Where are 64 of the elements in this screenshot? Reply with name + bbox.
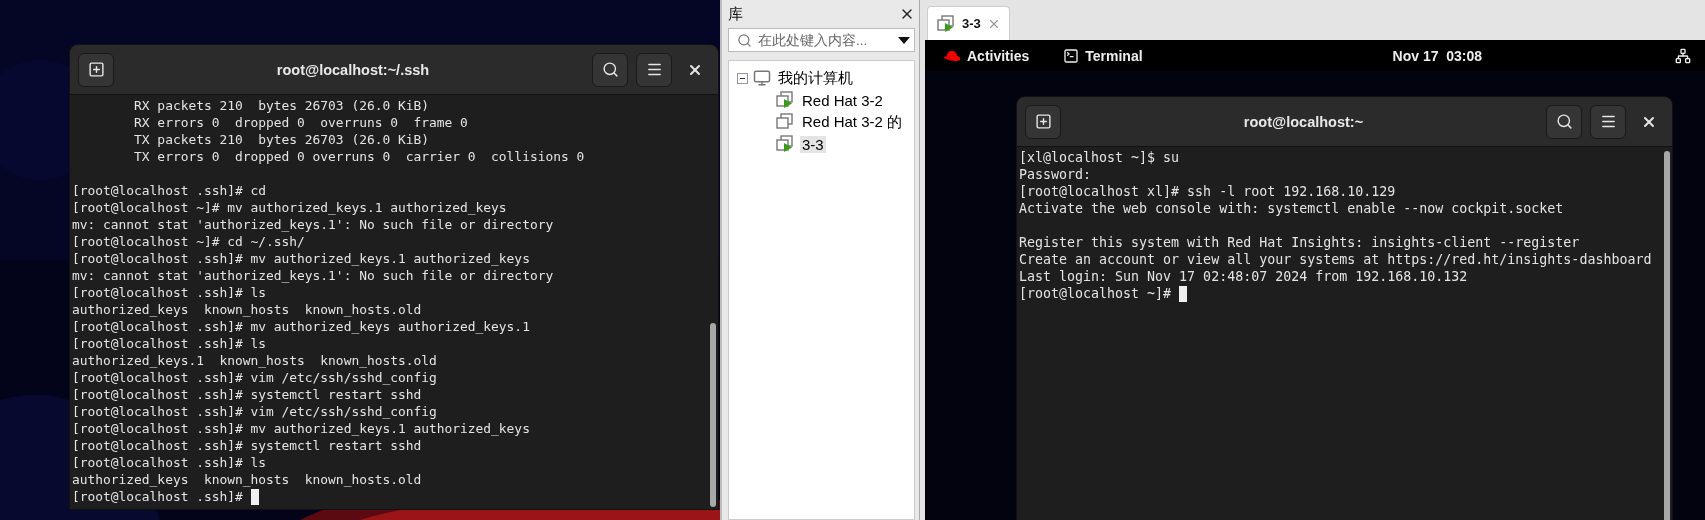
terminal-line: authorized_keys.1 known_hosts known_hosts.old [72,352,437,369]
menu-button[interactable] [636,52,672,87]
terminal-line: [root@localhost ~]# mv authorized_keys.1 authorized_keys [72,199,507,216]
terminal-line: [root@localhost .ssh]# systemctl restart sshd [72,437,422,454]
tree-item[interactable]: Red Hat 3-2 [800,91,885,109]
plus-square-icon [87,61,105,78]
activities-button[interactable]: Activities [967,47,1030,64]
terminal-line: [root@localhost ~]# [1019,285,1173,302]
terminal-line: authorized_keys known_hosts known_hosts.old [72,301,422,318]
search-icon [601,61,619,78]
terminal-line: [root@localhost .ssh]# mv authorized_keys authorized_keys.1 [72,318,530,335]
terminal-line: [root@localhost .ssh]# mv authorized_keys.1 authorized_keys [72,250,530,267]
terminal-line: [root@localhost .ssh]# ls [72,284,267,301]
scrollbar[interactable] [1664,151,1670,520]
search-icon [1555,113,1573,130]
search-icon [737,32,752,48]
new-tab-button[interactable] [1025,104,1061,139]
network-icon[interactable] [1675,47,1691,64]
scrollbar[interactable] [710,323,716,507]
computer-icon [753,69,771,87]
panel-title: 库 [728,4,743,24]
terminal-line: Last login: Sun Nov 17 02:48:07 2024 from 192.168.10.132 [1019,268,1468,285]
search-field[interactable]: 在此处键入内容... [728,28,915,52]
terminal-line: TX packets 210 bytes 26703 (26.0 KiB) [133,131,429,148]
menu-button[interactable] [1590,104,1626,139]
terminal-line: Activate the web console with: systemctl enable --now cockpit.socket [1019,200,1564,217]
terminal-line: [root@localhost .ssh]# ls [72,335,267,352]
plus-square-icon [1034,113,1052,130]
terminal-line: authorized_keys known_hosts known_hosts.old [72,471,422,488]
terminal-line: mv: cannot stat 'authorized_keys.1': No such file or directory [72,267,554,284]
terminal-line: Register this system with Red Hat Insights: insights-client --register [1019,234,1580,251]
new-tab-button[interactable] [78,52,114,87]
terminal-line: [xl@localhost ~]$ su [1019,149,1180,166]
vm-tab[interactable]: 3-3 [927,6,1010,40]
app-menu[interactable]: Terminal [1085,47,1143,64]
terminal-line: [root@localhost .ssh]# vim /etc/ssh/sshd_config [72,369,437,386]
terminal-line: [root@localhost ~]# cd ~/.ssh/ [72,233,305,250]
tree-item[interactable]: 3-3 [800,135,826,153]
menu-icon [645,61,663,78]
menu-icon [1599,113,1617,130]
terminal-line: Create an account or view all your systems at https://red.ht/insights-dashboard [1019,251,1652,268]
terminal-line: RX packets 210 bytes 26703 (26.0 KiB) [133,97,429,114]
terminal-line: [root@localhost .ssh]# cd [72,182,267,199]
clock[interactable]: Nov 17 03:08 [1392,47,1483,64]
search-button[interactable] [592,52,628,87]
terminal-line: RX errors 0 dropped 0 overruns 0 frame 0 [133,114,468,131]
collapse-icon[interactable] [737,72,748,84]
window-title: root@localhost:~ [1243,113,1364,130]
terminal-line: mv: cannot stat 'authorized_keys.1': No such file or directory [72,216,554,233]
tree-item[interactable]: 我的计算机 [776,68,855,88]
hat-icon [943,49,961,62]
terminal-icon [1063,47,1080,64]
terminal-line: [root@localhost xl]# ssh -l root 192.168.10.129 [1019,183,1396,200]
terminal-line: TX errors 0 dropped 0 overruns 0 carrier 0 collisions 0 [133,148,585,165]
terminal-line: Password: [1019,166,1092,183]
search-button[interactable] [1546,104,1582,139]
dropdown-caret-icon[interactable] [898,36,910,44]
terminal-line: [root@localhost .ssh]# [72,488,244,505]
terminal-line: [root@localhost .ssh]# ls [72,454,267,471]
terminal-line: [root@localhost .ssh]# mv authorized_keys.1 authorized_keys [72,420,530,437]
terminal-line: [root@localhost .ssh]# systemctl restart sshd [72,386,422,403]
window-title: root@localhost:~/.ssh [276,61,430,78]
terminal-line: [root@localhost .ssh]# vim /etc/ssh/sshd_config [72,403,437,420]
tree-item[interactable]: Red Hat 3-2 的 [800,112,905,132]
